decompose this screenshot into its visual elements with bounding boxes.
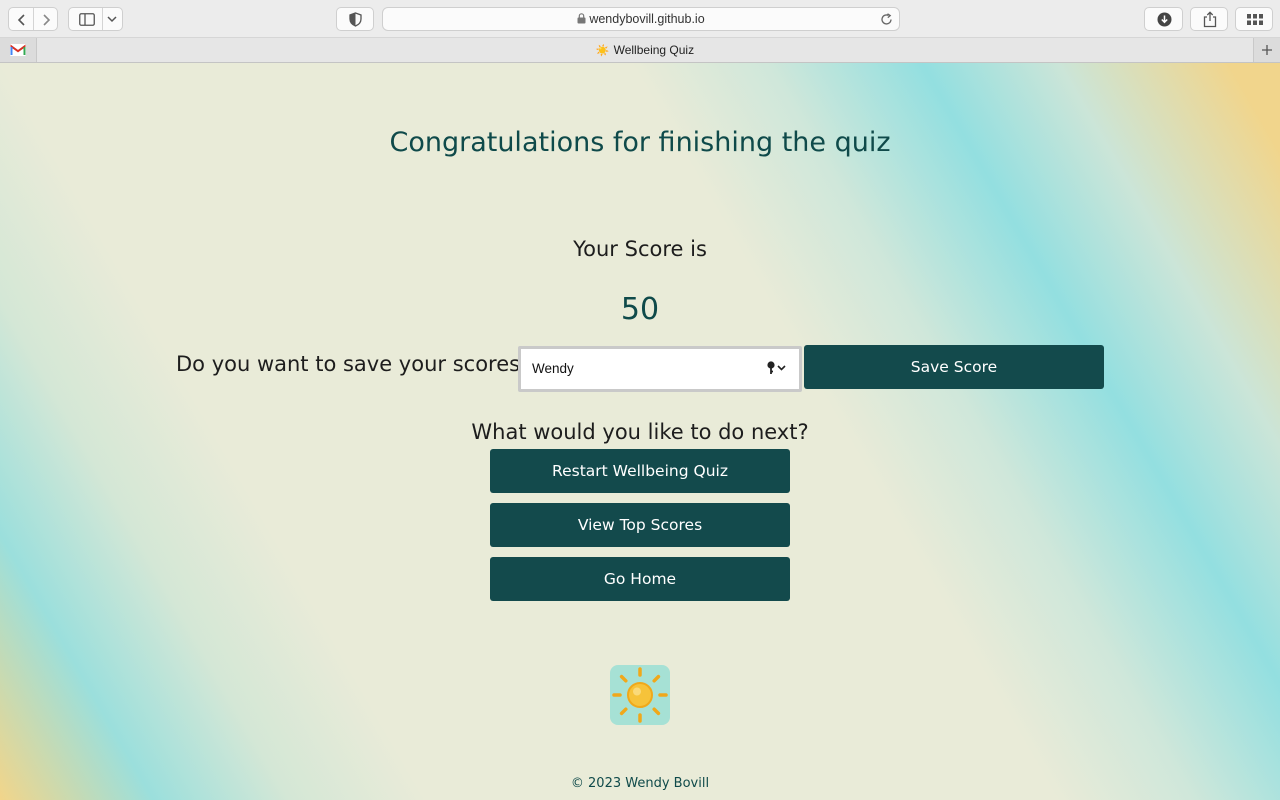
restart-quiz-button[interactable]: Restart Wellbeing Quiz — [490, 449, 790, 493]
score-value: 50 — [620, 292, 660, 327]
quiz-end-page: Congratulations for finishing the quiz Y… — [0, 63, 1280, 800]
username-input[interactable]: Wendy — [518, 346, 802, 392]
privacy-button[interactable] — [336, 7, 374, 31]
sun-logo — [610, 665, 670, 725]
download-icon — [1157, 12, 1172, 27]
address-bar[interactable]: wendybovill.github.io — [382, 7, 900, 31]
sidebar-buttons — [68, 7, 123, 31]
tab-overview-icon — [1247, 14, 1263, 25]
back-icon[interactable] — [15, 13, 29, 27]
sidebar-icon[interactable] — [79, 13, 95, 26]
shield-icon — [349, 12, 362, 27]
chevron-down-icon[interactable] — [107, 15, 117, 23]
downloads-button[interactable] — [1144, 7, 1183, 31]
page-title: Congratulations for finishing the quiz — [389, 127, 891, 158]
new-tab-icon[interactable] — [1261, 44, 1273, 56]
tab-overview-button[interactable] — [1235, 7, 1273, 31]
save-score-button[interactable]: Save Score — [804, 345, 1104, 389]
lock-icon — [577, 13, 586, 24]
tab-bar: ☀️ Wellbeing Quiz — [0, 38, 1280, 63]
sun-icon — [612, 667, 668, 723]
tab-title: Wellbeing Quiz — [613, 43, 695, 57]
save-score-prompt: Do you want to save your scores? — [176, 352, 532, 376]
history-buttons — [8, 7, 58, 31]
forward-icon[interactable] — [39, 13, 53, 27]
tab-favicon: ☀️ — [595, 45, 610, 57]
next-action-label: What would you like to do next? — [471, 420, 809, 444]
browser-toolbar: wendybovill.github.io — [0, 0, 1280, 38]
tab-wellbeing-quiz[interactable]: ☀️ Wellbeing Quiz — [36, 38, 1254, 62]
score-label: Your Score is — [573, 237, 707, 261]
key-icon[interactable] — [764, 360, 788, 376]
share-button[interactable] — [1190, 7, 1228, 31]
go-home-button[interactable]: Go Home — [490, 557, 790, 601]
share-icon — [1203, 11, 1217, 28]
footer-copyright: © 2023 Wendy Bovill — [570, 776, 710, 791]
reload-icon[interactable] — [880, 13, 893, 26]
url-text: wendybovill.github.io — [589, 12, 705, 26]
gmail-icon[interactable] — [10, 44, 26, 56]
view-top-scores-button[interactable]: View Top Scores — [490, 503, 790, 547]
